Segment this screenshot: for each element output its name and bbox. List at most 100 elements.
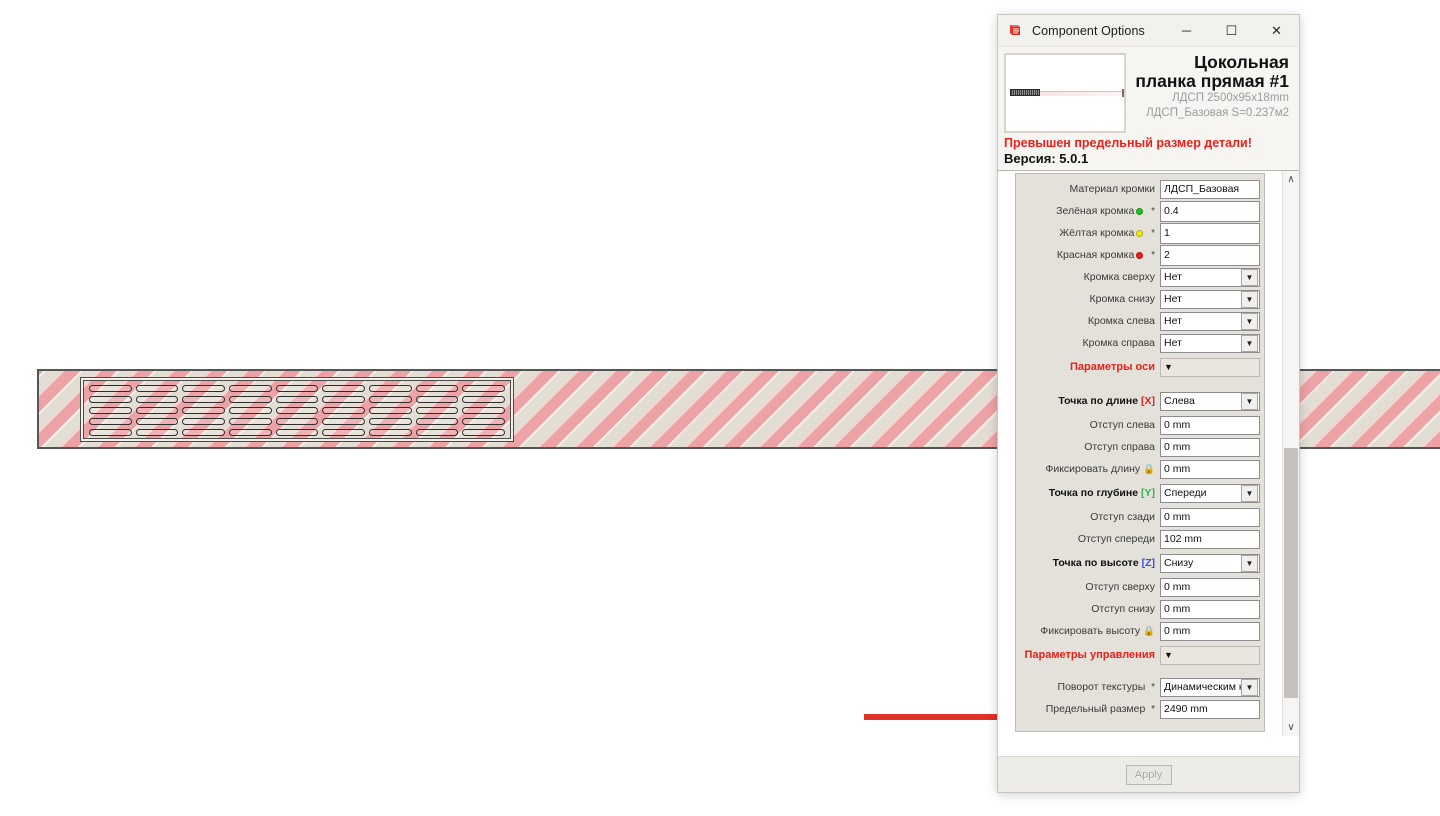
close-button[interactable]: ✕ [1254, 15, 1299, 47]
field-label-text: Кромка снизу [1089, 293, 1155, 305]
field-label-text: Материал кромки [1069, 183, 1155, 195]
field-label: Точка по высоте [Z] [1016, 557, 1160, 569]
dialog-footer: Apply [998, 736, 1299, 792]
field-label: Поворот текстуры * [1016, 681, 1160, 693]
ventilation-slot [229, 385, 272, 393]
form-row: Точка по высоте [Z] Снизу ▼ [1016, 552, 1264, 574]
field-input[interactable]: 0 mm [1160, 459, 1260, 479]
ventilation-frame[interactable] [80, 377, 514, 442]
options-form-rows: Материал кромки ЛДСП_Базовая Зелёная кромк… [1015, 173, 1265, 732]
ventilation-slot [89, 406, 132, 414]
field-select-value: Снизу [1164, 557, 1194, 569]
field-select[interactable]: Спереди ▼ [1160, 483, 1260, 503]
field-select[interactable]: Нет ▼ [1160, 289, 1260, 309]
section-toggle[interactable]: ▼ [1160, 357, 1260, 377]
hatched-board-right[interactable] [1300, 369, 1440, 449]
chevron-down-icon[interactable]: ▼ [1241, 554, 1258, 572]
ventilation-slot [275, 385, 319, 393]
sketchup-icon [1010, 24, 1020, 35]
field-select[interactable]: Снизу ▼ [1160, 553, 1260, 573]
size-warning-message: Превышен предельный размер детали! [1004, 136, 1252, 150]
ventilation-slot [415, 417, 459, 425]
field-label: Жёлтая кромка * [1016, 227, 1160, 239]
row-spacer [1016, 381, 1264, 387]
field-input[interactable]: 0 mm [1160, 507, 1260, 527]
apply-button[interactable]: Apply [1125, 764, 1172, 785]
field-label-text: Точка по длине [1058, 395, 1139, 407]
ventilation-slot [275, 396, 319, 404]
field-label-text: Параметры оси [1070, 361, 1155, 373]
minimize-button[interactable]: ─ [1164, 15, 1209, 47]
field-label-text: Кромка сверху [1083, 271, 1155, 283]
window-controls: ─ ☐ ✕ [1164, 15, 1299, 47]
field-label: Отступ слева [1016, 419, 1160, 431]
component-preview-thumbnail[interactable] [1004, 53, 1126, 133]
dialog-titlebar[interactable]: Component Options ─ ☐ ✕ [998, 15, 1299, 47]
field-select[interactable]: Динамическим к. ▼ [1160, 677, 1260, 697]
field-input[interactable]: 102 mm [1160, 529, 1260, 549]
chevron-down-icon[interactable]: ▼ [1241, 392, 1258, 410]
chevron-down-icon[interactable]: ▼ [1241, 334, 1258, 352]
form-row: Отступ слева 0 mm [1016, 415, 1264, 435]
scrollbar-thumb[interactable] [1284, 448, 1298, 698]
field-label-text: Фиксировать высоту [1040, 625, 1141, 637]
field-input[interactable]: 0 mm [1160, 577, 1260, 597]
options-form-panel[interactable]: Материал кромки ЛДСП_Базовая Зелёная кромк… [998, 171, 1282, 736]
axis-x-label: [X] [1138, 395, 1155, 407]
maximize-button[interactable]: ☐ [1209, 15, 1254, 47]
field-label-text: Отступ снизу [1091, 603, 1155, 615]
chevron-down-icon[interactable]: ▼ [1241, 268, 1258, 286]
row-spacer [1016, 669, 1264, 675]
ventilation-slot [462, 417, 505, 425]
options-form-region[interactable]: Материал кромки ЛДСП_Базовая Зелёная кромк… [998, 170, 1299, 736]
ventilation-slot [415, 385, 459, 393]
ventilation-slot [462, 385, 505, 393]
chevron-down-icon[interactable]: ▼ [1241, 312, 1258, 330]
ventilation-slot [135, 406, 179, 414]
scrollbar-track[interactable] [1283, 188, 1299, 719]
field-label: Отступ спереди [1016, 533, 1160, 545]
section-toggle[interactable]: ▼ [1160, 645, 1260, 665]
lock-icon: 🔒 [1143, 626, 1155, 637]
chevron-down-icon[interactable]: ▼ [1241, 290, 1258, 308]
form-scrollbar[interactable]: ∧ ∨ [1282, 171, 1299, 736]
field-input[interactable]: 2490 mm [1160, 699, 1260, 719]
required-asterisk: * [1148, 250, 1155, 261]
ventilation-slot [135, 417, 179, 425]
component-options-dialog[interactable]: Component Options ─ ☐ ✕ Цокольная планка… [997, 14, 1300, 793]
field-input[interactable]: 0 mm [1160, 437, 1260, 457]
ventilation-slot [322, 406, 365, 414]
field-input[interactable]: 2 [1160, 244, 1260, 266]
form-row: Зелёная кромка * 0.4 [1016, 200, 1264, 222]
field-select-value: Нет [1164, 293, 1182, 305]
field-label-text: Кромка справа [1082, 337, 1155, 349]
field-select[interactable]: Нет ▼ [1160, 333, 1260, 353]
ventilation-slot [89, 385, 132, 393]
scroll-down-icon[interactable]: ∨ [1283, 719, 1299, 736]
field-select[interactable]: Слева ▼ [1160, 391, 1260, 411]
field-input[interactable]: 0 mm [1160, 415, 1260, 435]
field-select-value: Нет [1164, 271, 1182, 283]
field-label: Материал кромки [1016, 183, 1160, 195]
form-row: Отступ спереди 102 mm [1016, 529, 1264, 549]
field-label: Красная кромка * [1016, 249, 1160, 261]
chevron-down-icon[interactable]: ▼ [1241, 484, 1258, 502]
field-label: Точка по длине [X] [1016, 395, 1160, 407]
ventilation-slot [135, 428, 179, 436]
field-label-text: Предельный размер [1045, 703, 1146, 715]
field-select[interactable]: Нет ▼ [1160, 267, 1260, 287]
field-input[interactable]: 0 mm [1160, 621, 1260, 641]
field-select[interactable]: Нет ▼ [1160, 311, 1260, 331]
field-label-text: Фиксировать длину [1045, 463, 1141, 475]
field-input[interactable]: 1 [1160, 222, 1260, 244]
field-input[interactable]: 0 mm [1160, 599, 1260, 619]
form-row: Кромка снизу Нет ▼ [1016, 289, 1264, 309]
required-asterisk: * [1148, 228, 1155, 239]
form-row: Кромка справа Нет ▼ [1016, 333, 1264, 353]
field-input[interactable]: 0.4 [1160, 200, 1260, 222]
ventilation-slot [89, 417, 132, 425]
ventilation-slot [369, 417, 412, 425]
scroll-up-icon[interactable]: ∧ [1283, 171, 1299, 188]
field-input[interactable]: ЛДСП_Базовая [1160, 179, 1260, 199]
chevron-down-icon[interactable]: ▼ [1241, 678, 1258, 696]
